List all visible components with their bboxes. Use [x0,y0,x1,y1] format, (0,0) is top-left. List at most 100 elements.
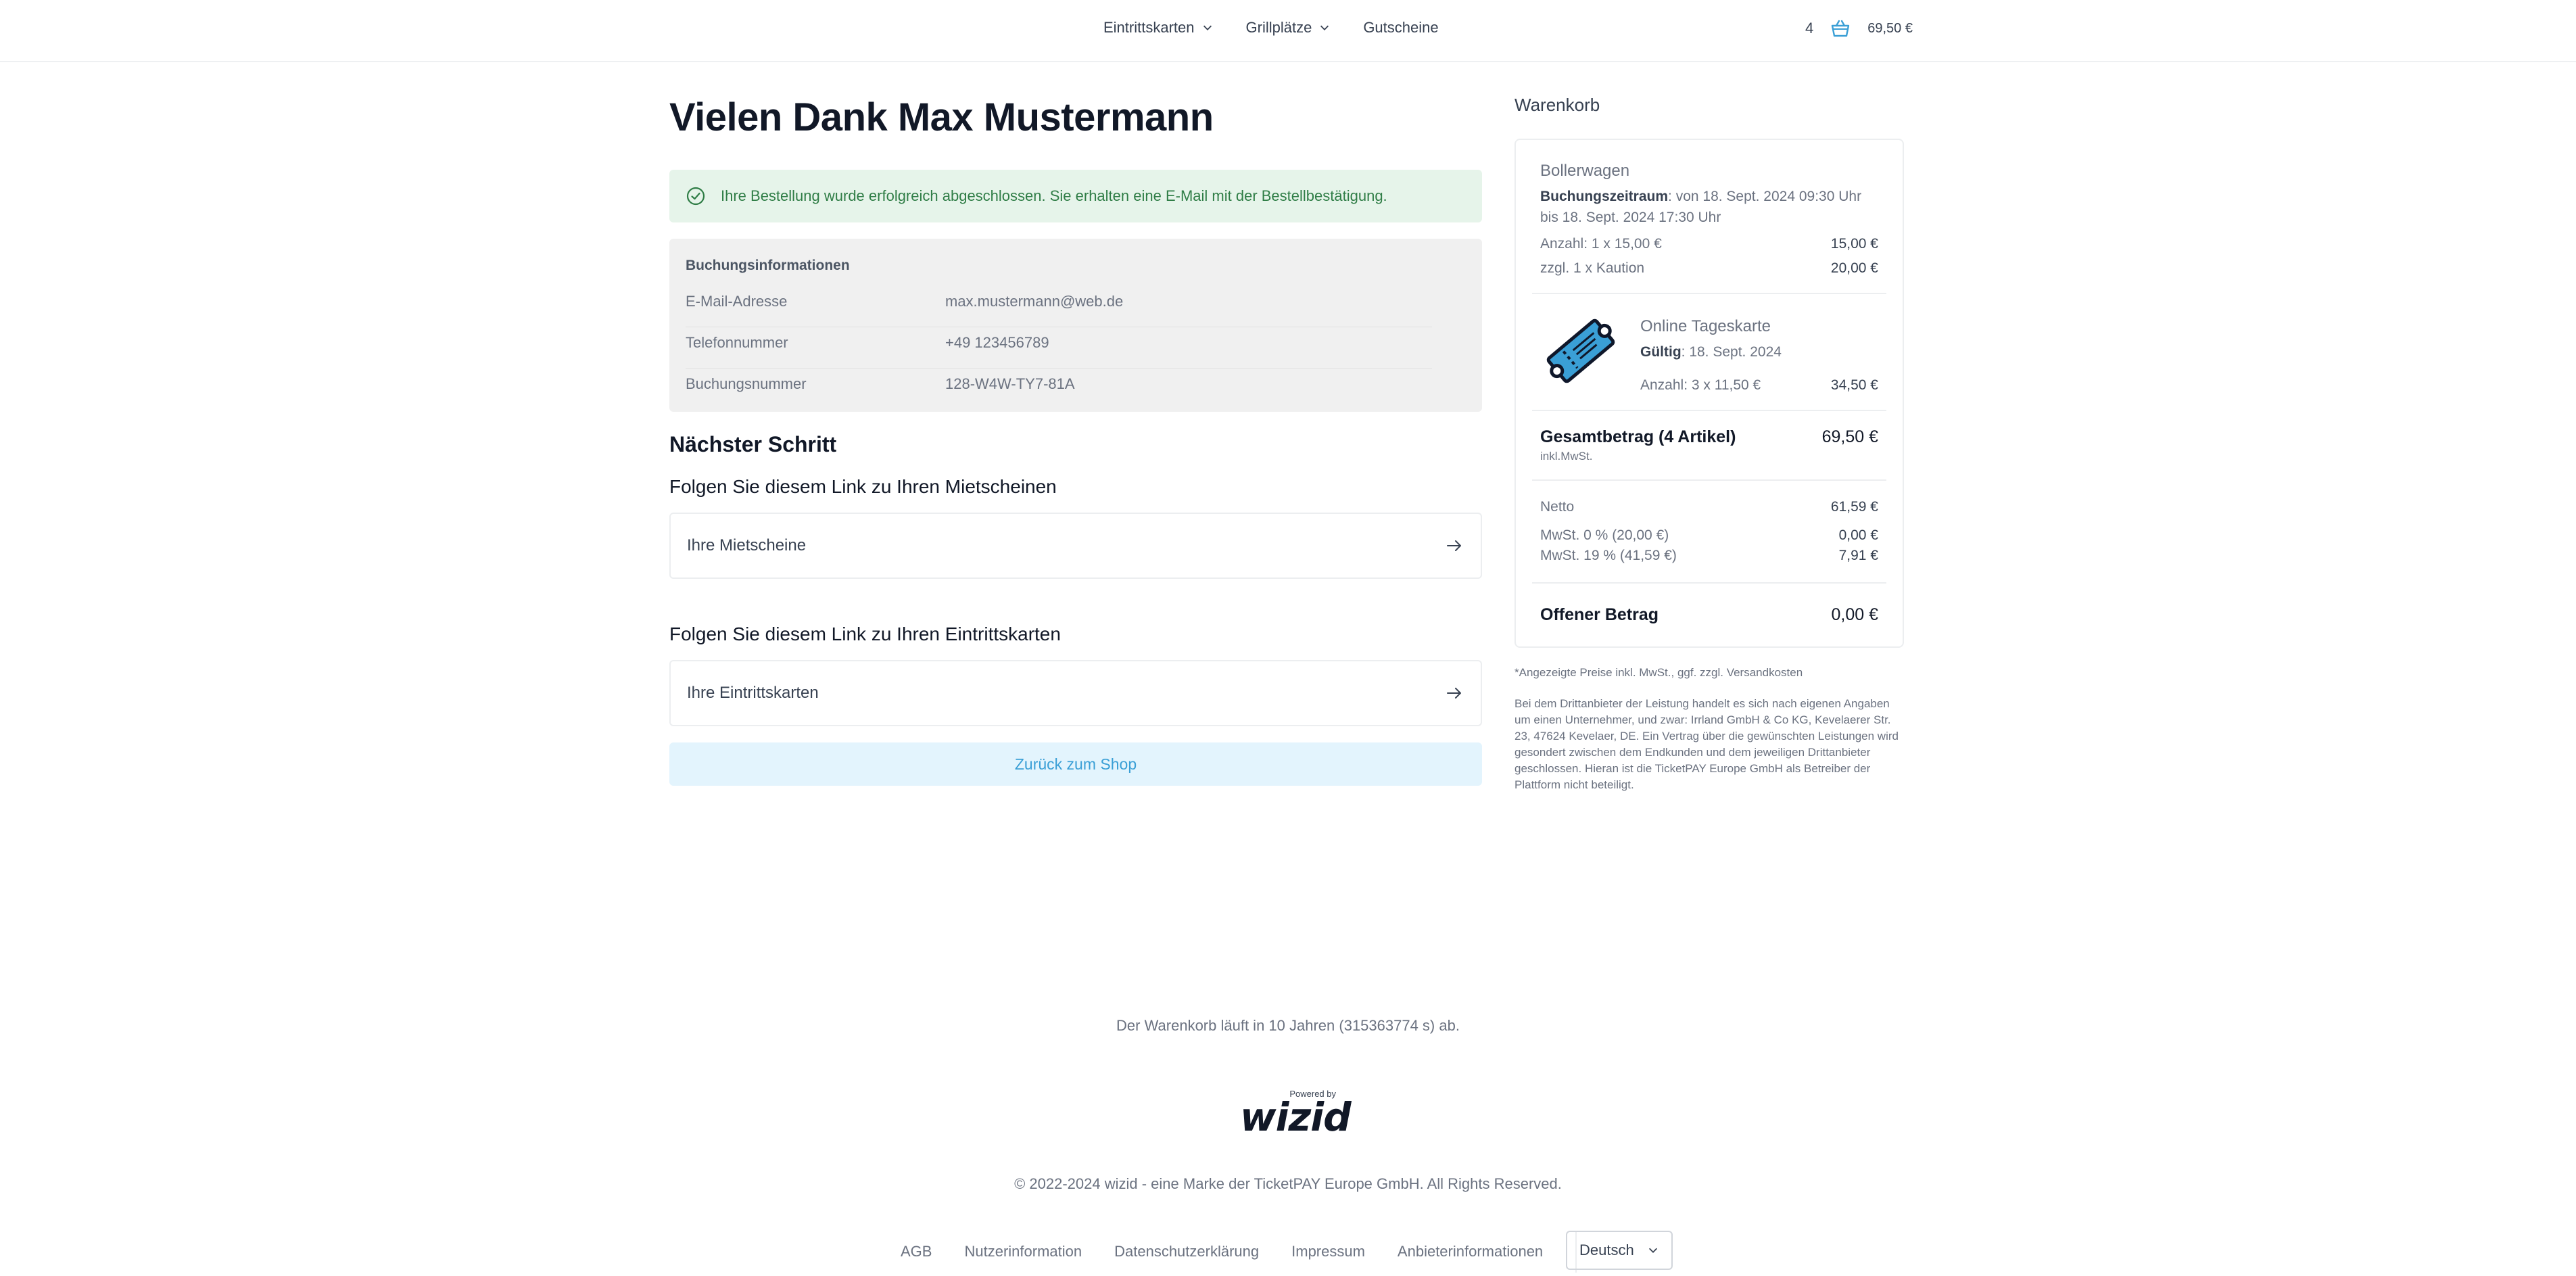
wizid-logo: wizid [1240,1094,1352,1140]
tax-label: MwSt. 0 % (20,00 €) [1540,527,1669,543]
chevron-down-icon [1648,1248,1658,1253]
info-value: 128-W4W-TY7-81A [945,375,1075,392]
info-label: Buchungsnummer [686,375,807,392]
info-label: Telefonnummer [686,334,788,351]
validity-label: Gültig [1640,344,1681,360]
cart-timer: Der Warenkorb läuft in 10 Jahren (315363… [1116,1017,1460,1034]
check-circle-icon [686,187,705,206]
top-bar: Eintrittskarten Grillplätze Gutscheine 4… [0,0,2576,62]
basket-icon [1832,20,1850,37]
info-row-booking-number: Buchungsnummer 128-W4W-TY7-81A [686,369,1432,398]
deposit-label: zzgl. 1 x Kaution [1540,260,1645,276]
deposit-value: 20,00 € [1830,260,1878,276]
total-value: 69,50 € [1821,427,1878,446]
validity-value: : 18. Sept. 2024 [1681,344,1782,360]
arrow-right-icon [1447,688,1461,699]
item-quantity-line: Anzahl: 3 x 11,50 € 34,50 € [1640,377,1878,394]
back-to-shop-button[interactable]: Zurück zum Shop [669,742,1482,786]
footer-links: AGB Nutzerinformation Datenschutzerkläru… [901,1231,1577,1273]
total-section: Gesamtbetrag (4 Artikel) 69,50 € inkl.Mw… [1540,427,1878,463]
powered-by-logo[interactable]: Powered by wizid [1240,1089,1352,1140]
success-message: Ihre Bestellung wurde erfolgreich abgesc… [721,187,1387,204]
tax-0-row: MwSt. 0 % (20,00 €) 0,00 € [1540,525,1878,546]
netto-row: Netto 61,59 € [1540,497,1878,517]
footer-link-anbieterinformationen[interactable]: Anbieterinformationen [1398,1243,1543,1260]
link-label: Ihre Mietscheine [687,536,807,554]
tax-19-row: MwSt. 19 % (41,59 €) 7,91 € [1540,546,1878,566]
nav-gutscheine[interactable]: Gutscheine [1363,19,1438,37]
footer-link-agb[interactable]: AGB [901,1243,932,1260]
next-step-title: Nächster Schritt [669,432,837,456]
nav-label: Gutscheine [1363,19,1439,36]
quantity-value: 34,50 € [1830,377,1878,393]
booking-info-title: Buchungsinformationen [686,258,850,273]
netto-label: Netto [1540,499,1575,515]
price-note: *Angezeigte Preise inkl. MwSt., ggf. zzg… [1514,666,1803,679]
netto-value: 61,59 € [1830,499,1878,515]
info-label: E-Mail-Adresse [686,293,788,310]
tax-label: MwSt. 19 % (41,59 €) [1540,548,1677,563]
info-row-email: E-Mail-Adresse max.mustermann@web.de [686,286,1432,327]
item-name: Bollerwagen [1540,162,1630,180]
footer-link-impressum[interactable]: Impressum [1291,1243,1365,1260]
booking-period: Buchungszeitraum: von 18. Sept. 2024 09:… [1540,186,1878,228]
main-nav: Eintrittskarten Grillplätze Gutscheine [1103,19,1439,37]
booking-period-label: Buchungszeitraum [1540,189,1669,204]
divider [1532,479,1886,481]
page-title: Vielen Dank Max Mustermann [669,95,1214,139]
quantity-label: Anzahl: 1 x 15,00 € [1540,236,1662,252]
nav-label: Eintrittskarten [1103,19,1195,36]
total-row: Gesamtbetrag (4 Artikel) 69,50 € [1540,427,1878,447]
cart-item-tageskarte: Online Tageskarte Gültig: 18. Sept. 2024… [1540,310,1878,394]
open-amount-value: 0,00 € [1831,605,1878,624]
rental-tickets-link[interactable]: Ihre Mietscheine [669,513,1482,579]
tax-value: 0,00 € [1838,527,1878,543]
quantity-label: Anzahl: 3 x 11,50 € [1640,377,1761,393]
item-quantity-line: Anzahl: 1 x 15,00 € 15,00 € [1540,236,1878,252]
nav-grillplaetze[interactable]: Grillplätze [1246,19,1331,37]
copyright: © 2022-2024 wizid - eine Marke der Ticke… [1014,1175,1562,1192]
quantity-value: 15,00 € [1830,236,1878,252]
cart-item-bollerwagen: Bollerwagen Buchungszeitraum: von 18. Se… [1540,162,1878,277]
cart-total: 69,50 € [1867,20,1913,36]
legal-notice: Bei dem Drittanbieter der Leistung hande… [1514,697,1899,791]
divider [1532,293,1886,294]
ticket-info: Online Tageskarte Gültig: 18. Sept. 2024… [1640,310,1878,394]
cart-sidebar: Warenkorb Bollerwagen Buchungszeitraum: … [1514,95,1904,793]
info-value: +49 123456789 [945,334,1049,351]
booking-info-box: Buchungsinformationen E-Mail-Adresse max… [669,239,1482,412]
cart-count: 4 [1805,20,1814,37]
ticket-validity: Gültig: 18. Sept. 2024 [1640,341,1878,362]
success-alert: Ihre Bestellung wurde erfolgreich abgesc… [669,170,1482,222]
open-amount-row: Offener Betrag 0,00 € [1540,600,1878,630]
cart-card: Bollerwagen Buchungszeitraum: von 18. Se… [1514,139,1904,648]
tax-section: Netto 61,59 € MwSt. 0 % (20,00 €) 0,00 €… [1540,497,1878,566]
chevron-down-icon [1320,25,1329,30]
nav-eintrittskarten[interactable]: Eintrittskarten [1103,19,1214,37]
tickets-link-heading: Folgen Sie diesem Link zu Ihren Eintritt… [669,623,1061,644]
info-row-phone: Telefonnummer +49 123456789 [686,327,1432,369]
arrow-right-icon [1447,540,1461,551]
item-name: Online Tageskarte [1640,317,1771,335]
open-amount-label: Offener Betrag [1540,605,1659,624]
divider [1532,582,1886,584]
footer-link-nutzerinformation[interactable]: Nutzerinformation [964,1243,1082,1260]
language-select[interactable]: Deutsch [1566,1231,1673,1270]
incl-vat-note: inkl.MwSt. [1540,450,1593,463]
total-label: Gesamtbetrag (4 Artikel) [1540,427,1736,446]
link-label: Ihre Eintrittskarten [687,684,819,702]
divider [1532,410,1886,411]
footer-link-datenschutz[interactable]: Datenschutzerklärung [1114,1243,1259,1260]
admission-tickets-link[interactable]: Ihre Eintrittskarten [669,660,1482,726]
language-value: Deutsch [1579,1242,1634,1258]
mini-cart-button[interactable]: 4 69,50 € [1805,18,1913,39]
rental-link-heading: Folgen Sie diesem Link zu Ihren Mietsche… [669,476,1057,497]
cart-title: Warenkorb [1514,95,1600,115]
chevron-down-icon [1203,25,1212,30]
tax-value: 7,91 € [1838,548,1878,563]
main-content: Vielen Dank Max Mustermann Ihre Bestellu… [669,95,1482,786]
nav-label: Grillplätze [1245,19,1312,36]
info-value: max.mustermann@web.de [945,293,1124,310]
ticket-icon [1546,318,1615,383]
deposit-line: zzgl. 1 x Kaution 20,00 € [1540,260,1878,277]
